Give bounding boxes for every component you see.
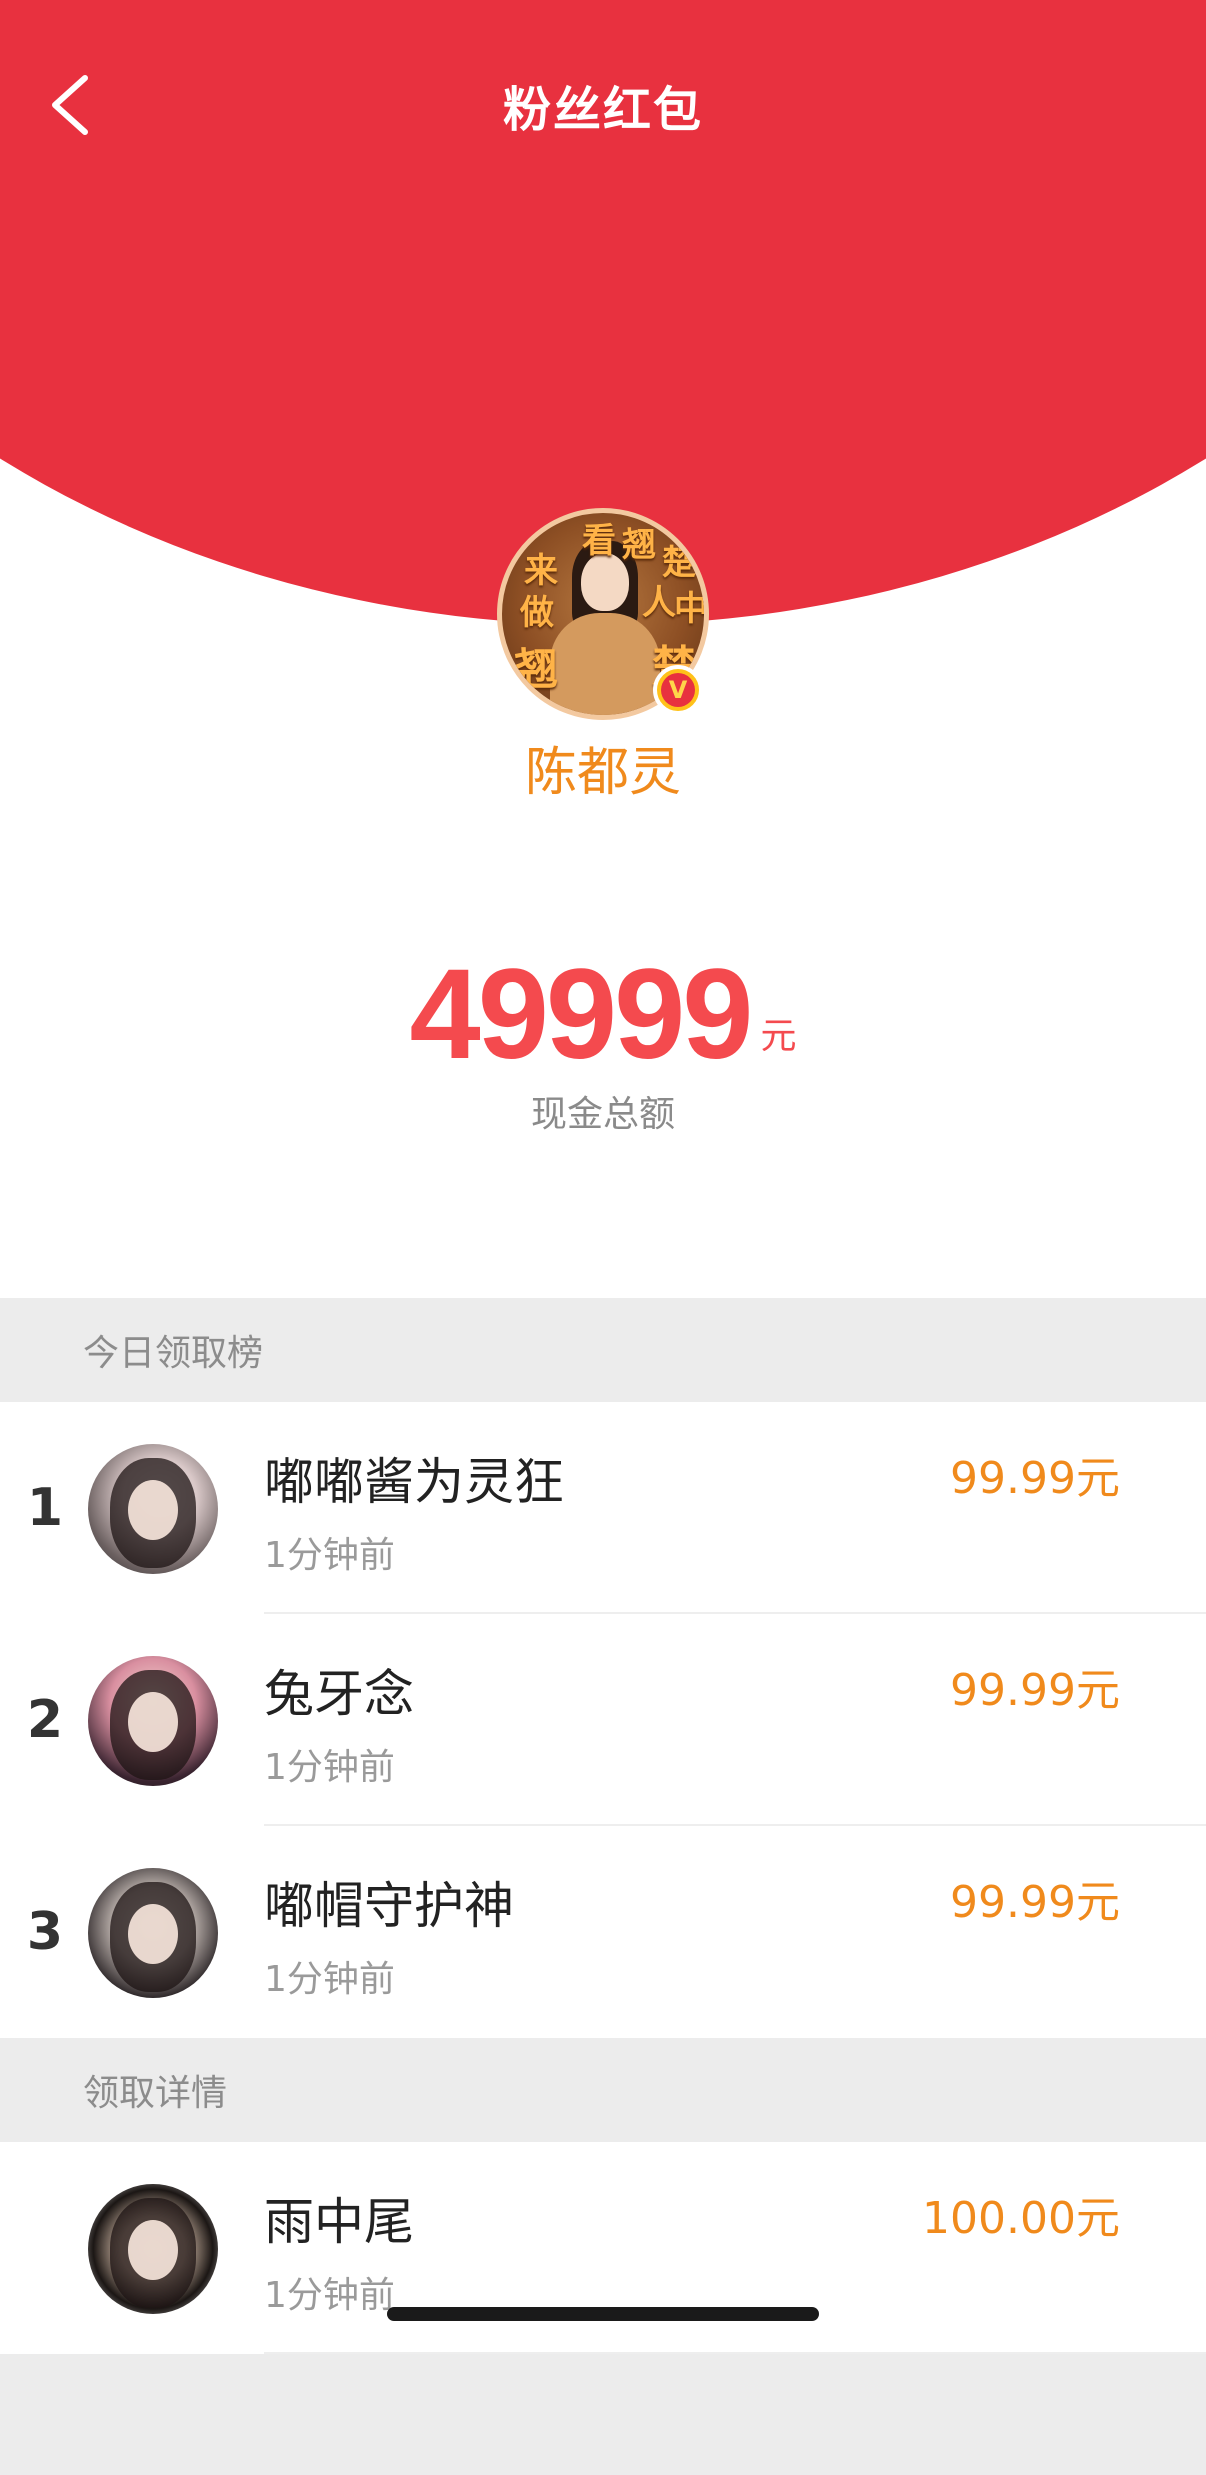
received-amount: 99.99元 — [950, 1877, 1120, 1928]
today-rank-header: 今日领取榜 — [0, 1298, 1206, 1402]
username: 嘟嘟酱为灵狂 — [264, 1453, 564, 1511]
divider — [264, 2352, 1206, 2354]
list-item[interactable]: 雨中尾 1分钟前 100.00元 — [0, 2142, 1206, 2354]
total-unit: 元 — [760, 1016, 797, 1057]
time-ago: 1分钟前 — [264, 2275, 395, 2316]
username: 兔牙念 — [264, 1665, 414, 1723]
avatar-figure-body — [550, 613, 660, 715]
total-amount: 49999 — [409, 943, 754, 1086]
username: 嘟帽守护神 — [264, 1877, 514, 1935]
avatar[interactable] — [88, 1444, 218, 1574]
rank-number: 1 — [26, 1478, 64, 1538]
verified-badge-icon: V — [653, 665, 703, 715]
received-amount: 99.99元 — [950, 1453, 1120, 1504]
time-ago: 1分钟前 — [264, 1535, 395, 1576]
host-name[interactable]: 陈都灵 — [0, 730, 1206, 805]
avatar-face — [128, 1480, 178, 1540]
list-item[interactable]: 3 嘟帽守护神 1分钟前 99.99元 — [0, 1826, 1206, 2038]
rank-number: 3 — [26, 1902, 64, 1962]
avatar-text-char: 翘 — [622, 525, 656, 565]
fan-red-packet-page: 粉丝红包 来 看 翘 楚 做 人 中 翘 楚 V 陈都灵 49999 元 现金总… — [0, 0, 1206, 2475]
avatar[interactable] — [88, 2184, 218, 2314]
avatar-face — [128, 2220, 178, 2280]
list-item[interactable]: 2 兔牙念 1分钟前 99.99元 — [0, 1614, 1206, 1826]
list-item[interactable]: 1 嘟嘟酱为灵狂 1分钟前 99.99元 — [0, 1402, 1206, 1614]
page-title: 粉丝红包 — [502, 82, 703, 138]
today-rank-list: 1 嘟嘟酱为灵狂 1分钟前 99.99元 2 兔牙念 1分钟前 99.99元 3 — [0, 1402, 1206, 2038]
received-amount: 100.00元 — [922, 2193, 1120, 2244]
avatar-text-char: 看 — [582, 521, 616, 561]
avatar-text-char: 翘 — [514, 644, 558, 695]
details-list: 雨中尾 1分钟前 100.00元 — [0, 2142, 1206, 2354]
received-amount: 99.99元 — [950, 1665, 1120, 1716]
home-indicator[interactable] — [387, 2307, 819, 2321]
total-label: 现金总额 — [530, 1094, 675, 1135]
username: 雨中尾 — [264, 2193, 414, 2251]
avatar-text-char: 做 — [520, 593, 554, 633]
details-header: 领取详情 — [0, 2038, 1206, 2142]
avatar-face — [128, 1692, 178, 1752]
avatar[interactable] — [88, 1868, 218, 1998]
time-ago: 1分钟前 — [264, 1747, 395, 1788]
avatar-face — [128, 1904, 178, 1964]
avatar-text-char: 人 — [642, 583, 676, 623]
avatar[interactable] — [88, 1656, 218, 1786]
avatar-text-char: 中 — [674, 589, 708, 629]
total-amount-row: 49999 元 — [0, 945, 1206, 1085]
rank-number: 2 — [26, 1690, 64, 1750]
time-ago: 1分钟前 — [264, 1959, 395, 2000]
